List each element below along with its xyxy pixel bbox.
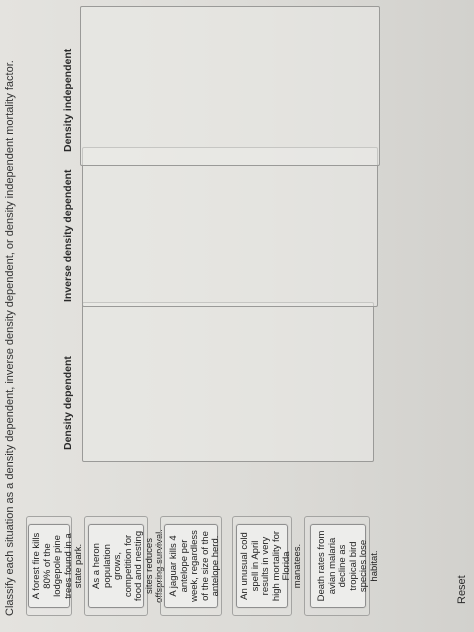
column-title-density-dependent: Density dependent	[62, 356, 74, 450]
situation-card-cold-spell[interactable]: An unusual cold spell in April results i…	[236, 524, 303, 608]
situation-card-jaguar[interactable]: A jaguar kills 4 antelope per week, rega…	[164, 524, 221, 608]
drop-zone-density-independent[interactable]	[80, 6, 380, 166]
situation-card-avian-malaria[interactable]: Death rates from avian malaria decline a…	[310, 524, 380, 608]
situation-card-forest-fire[interactable]: A forest fire kills 80% of the lodgepole…	[28, 524, 84, 608]
reset-button[interactable]: Reset	[456, 575, 468, 604]
classification-activity: Classify each situation as a density dep…	[0, 0, 474, 632]
situation-card-heron[interactable]: As a heron population grows, competition…	[88, 524, 165, 608]
drop-zone-inverse-density-dependent[interactable]	[82, 147, 378, 307]
instruction-text: Classify each situation as a density dep…	[4, 60, 16, 616]
column-title-inverse-density-dependent: Inverse density dependent	[62, 169, 74, 302]
drop-zone-density-dependent[interactable]	[82, 302, 374, 462]
column-title-density-independent: Density independent	[62, 48, 74, 152]
